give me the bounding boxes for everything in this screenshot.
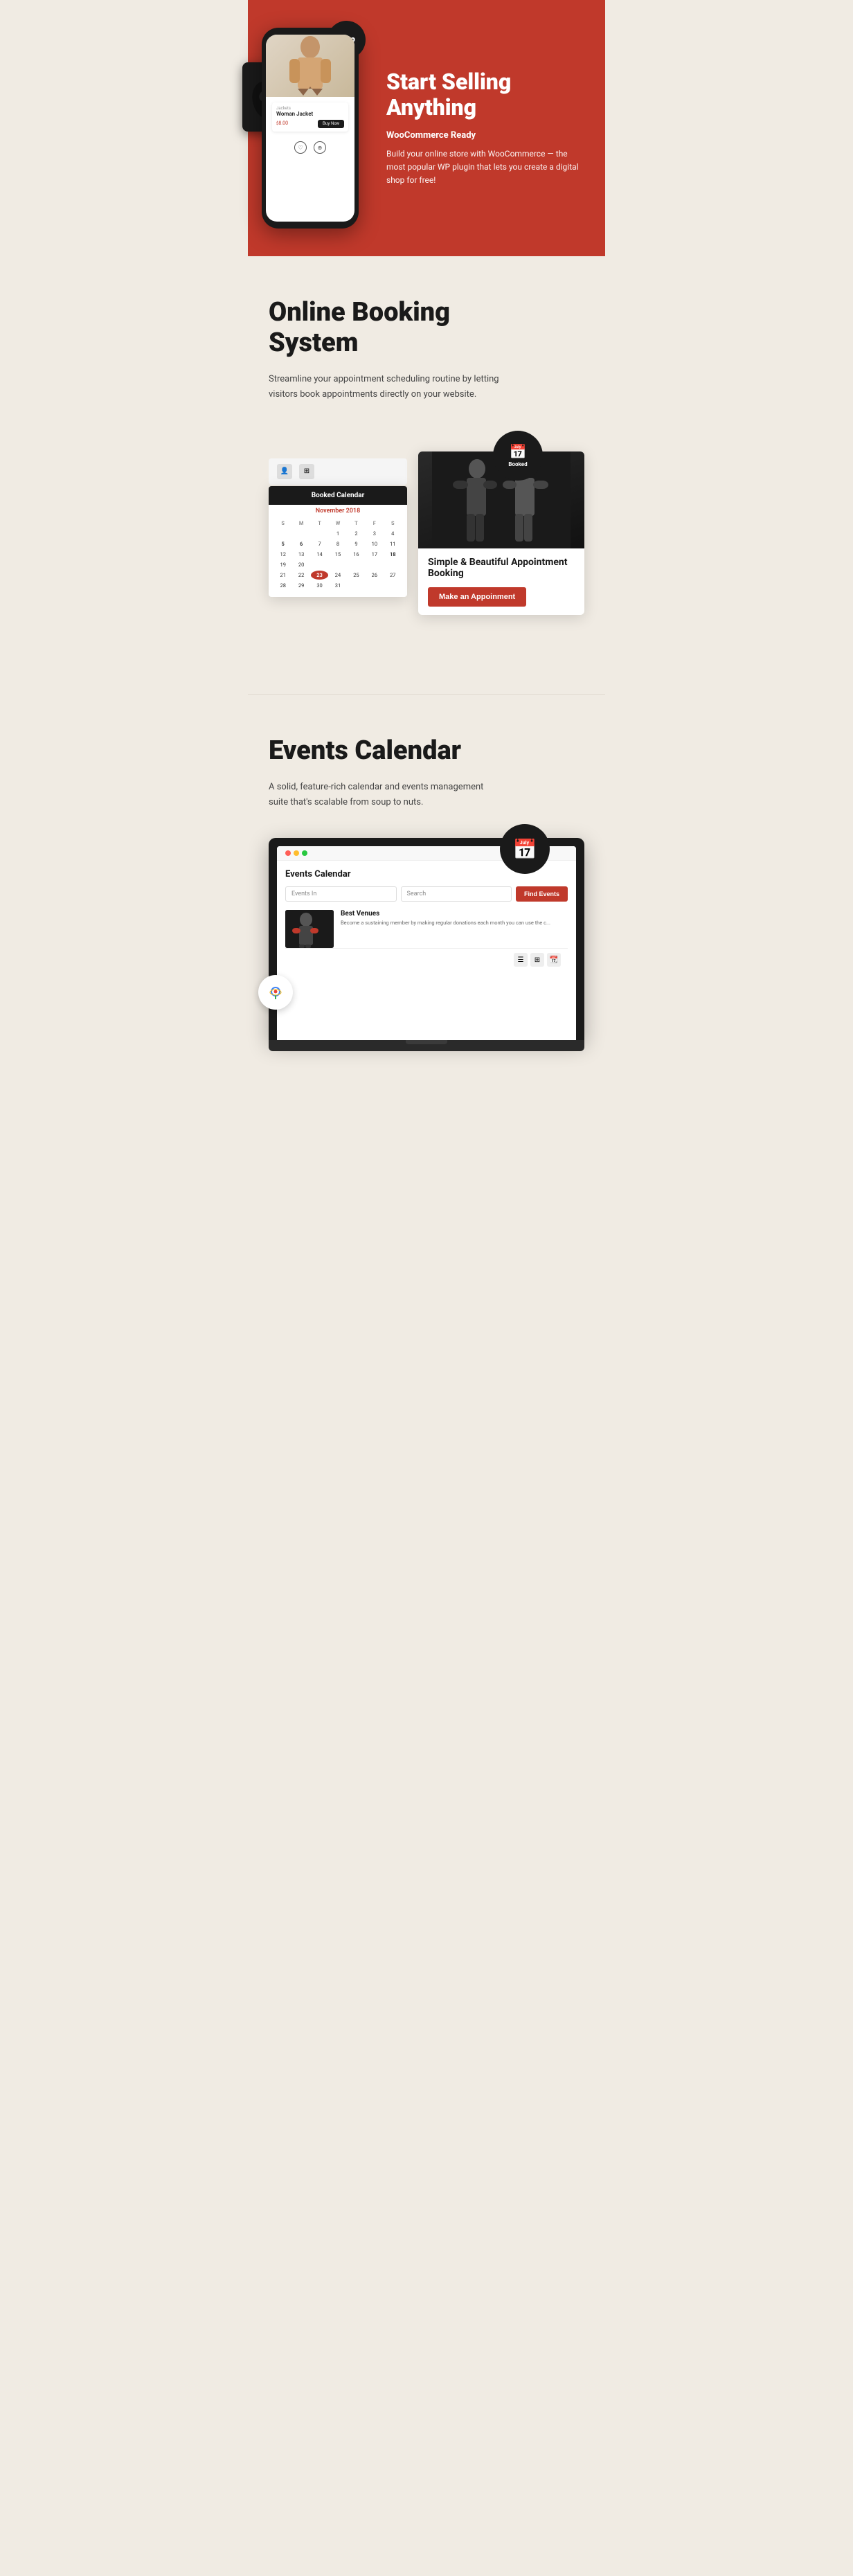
woo-section: EVRLST Woo [248, 0, 605, 256]
phone-mockup: EVRLST Woo [262, 28, 372, 229]
ec-search-field[interactable]: Search [401, 886, 512, 902]
ec-events-in-field[interactable]: Events In [285, 886, 397, 902]
calendar-days-header: S M T W T F S [274, 519, 402, 528]
minimize-dot [294, 850, 299, 856]
booking-top-bar: 👤 ⊞ [269, 458, 407, 485]
calendar-week-3b: 19 20 [274, 560, 402, 569]
calendar-view-icon[interactable]: 📆 [547, 953, 561, 967]
woo-text-area: Start Selling Anything WooCommerce Ready… [386, 69, 584, 187]
ec-bottom-icons: ☰ ⊞ 📆 [285, 948, 568, 971]
events-description: A solid, feature-rich calendar and event… [269, 780, 504, 810]
calendar-week-1: 1 2 3 4 [274, 529, 402, 538]
ec-venue-title: Best Venues [341, 910, 550, 918]
woo-subtitle: WooCommerce Ready [386, 130, 584, 141]
calendar-grid: S M T W T F S 1 2 3 4 [269, 517, 407, 597]
calendar-month: November 2018 [269, 505, 407, 517]
booking-section: Online Booking System Streamline your ap… [248, 256, 605, 694]
laptop-screen: Events Calendar Events In Search Find Ev… [277, 846, 576, 1040]
booking-description: Streamline your appointment scheduling r… [269, 372, 504, 402]
login-icon: ⊞ [299, 464, 314, 479]
maximize-dot [302, 850, 307, 856]
calendar-week-2: 5 6 7 8 9 10 11 [274, 539, 402, 548]
phone-screen: Jackets Woman Jacket $8.00 Buy Now ♡ ⊕ [266, 35, 354, 222]
list-view-icon[interactable]: ☰ [514, 953, 528, 967]
phone-product-card: Jackets Woman Jacket $8.00 Buy Now [272, 102, 348, 132]
grid-view-icon[interactable]: ⊞ [530, 953, 544, 967]
user-icon: 👤 [277, 464, 292, 479]
calendar-week-4: 21 22 23 24 25 26 27 [274, 571, 402, 580]
calendar-icon: 📅 [510, 443, 527, 460]
product-label: Jackets [276, 106, 344, 111]
events-title: Events Calendar [269, 736, 584, 767]
fighter-card-title: Simple & Beautiful Appointment Booking [428, 557, 575, 579]
booking-demo: 📅 Booked 👤 ⊞ Booked Calendar November 20… [269, 431, 584, 652]
laptop-mockup: 📅 Events Calendar [269, 838, 584, 1051]
heart-icon: ♡ [294, 141, 307, 154]
cart-icon: ⊕ [314, 141, 326, 154]
product-name: Woman Jacket [276, 111, 344, 117]
calendar-week-3: 12 13 14 15 16 17 18 [274, 550, 402, 559]
phone-bottom-icons: ♡ ⊕ [266, 137, 354, 158]
phone-outer: Woo Jackets Woman Jacket [262, 28, 359, 229]
woo-title: Start Selling Anything [386, 69, 584, 120]
ec-venue-card: Best Venues Become a sustaining member b… [285, 910, 568, 948]
booked-badge: 📅 Booked [493, 431, 543, 481]
fighter-card: Simple & Beautiful Appointment Booking M… [418, 451, 584, 615]
fighter-card-body: Simple & Beautiful Appointment Booking M… [418, 548, 584, 615]
ec-content: Events Calendar Events In Search Find Ev… [277, 861, 576, 979]
product-price: $8.00 [276, 120, 288, 126]
events-section: Events Calendar A solid, feature-rich ca… [248, 694, 605, 1093]
buy-now-button[interactable]: Buy Now [318, 120, 344, 128]
calendar-week-5: 28 29 30 31 [274, 581, 402, 590]
ec-venue-image [285, 910, 334, 948]
ec-find-events-button[interactable]: Find Events [516, 886, 568, 902]
phone-person-image [266, 35, 354, 97]
laptop-base [269, 1040, 584, 1051]
calendar-header: Booked Calendar [269, 486, 407, 505]
events-badge-icon: 📅 [513, 838, 537, 861]
calendar-card: Booked Calendar November 2018 S M T W T … [269, 486, 407, 597]
booked-badge-text: Booked [508, 461, 527, 467]
events-badge: 📅 [500, 824, 550, 874]
woo-description: Build your online store with WooCommerce… [386, 147, 584, 188]
ec-venue-desc: Become a sustaining member by making reg… [341, 920, 550, 927]
booking-title: Online Booking System [269, 298, 584, 358]
close-dot [285, 850, 291, 856]
make-appointment-button[interactable]: Make an Appoinment [428, 587, 526, 607]
ec-venue-info: Best Venues Become a sustaining member b… [341, 910, 550, 927]
ec-search-row: Events In Search Find Events [285, 886, 568, 902]
